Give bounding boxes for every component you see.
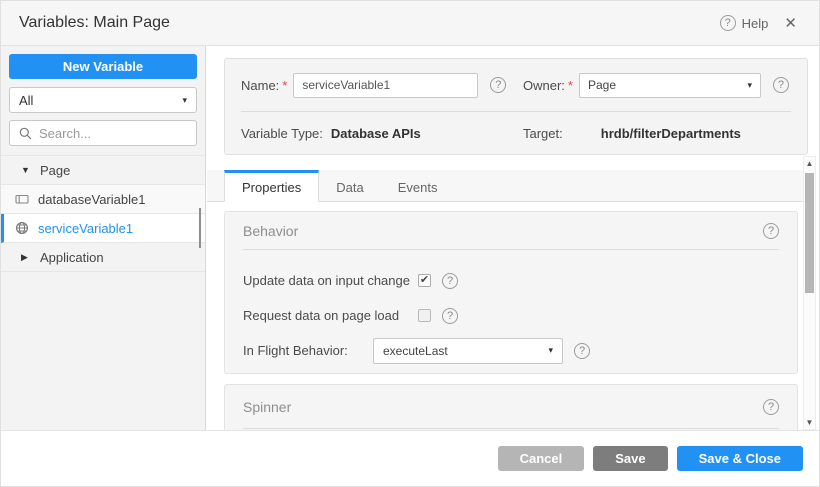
- in-flight-label: In Flight Behavior:: [243, 343, 373, 358]
- tree-item-label: databaseVariable1: [38, 192, 145, 207]
- owner-field-group: Owner: * Page ▾ ?: [523, 73, 789, 98]
- tab-properties[interactable]: Properties: [224, 170, 319, 202]
- update-data-help-icon[interactable]: ?: [442, 273, 458, 289]
- update-data-checkbox[interactable]: ✔: [418, 274, 431, 287]
- request-data-row: Request data on page load ✔ ?: [243, 298, 779, 333]
- sidebar-scrollbar-thumb[interactable]: [199, 208, 201, 248]
- filter-selected-value: All: [19, 93, 33, 108]
- name-label: Name:: [241, 78, 279, 93]
- owner-selected-value: Page: [588, 78, 616, 92]
- save-and-close-button[interactable]: Save & Close: [677, 446, 803, 471]
- in-flight-select[interactable]: executeLast ▾: [373, 338, 563, 364]
- variable-summary-form: Name: * ? Owner: * Page ▾ ? Varia: [224, 58, 808, 155]
- save-button[interactable]: Save: [593, 446, 667, 471]
- tree-item-label: serviceVariable1: [38, 221, 133, 236]
- spinner-section: Spinner ?: [224, 384, 798, 430]
- chevron-down-icon: ▾: [747, 80, 752, 91]
- tab-events[interactable]: Events: [381, 170, 455, 201]
- tab-label: Data: [336, 180, 363, 195]
- tab-label: Events: [398, 180, 438, 195]
- name-owner-row: Name: * ? Owner: * Page ▾ ?: [241, 59, 791, 112]
- target-label: Target:: [523, 126, 563, 141]
- spinner-help-icon[interactable]: ?: [763, 399, 779, 415]
- target-group: Target: hrdb/filterDepartments: [523, 126, 741, 141]
- web-service-icon: [15, 221, 29, 235]
- cancel-button[interactable]: Cancel: [498, 446, 585, 471]
- required-marker: *: [568, 78, 573, 93]
- section-title: Spinner: [243, 399, 291, 415]
- variable-type-label: Variable Type:: [241, 126, 323, 141]
- variable-type-group: Variable Type: Database APIs: [241, 126, 523, 141]
- variables-tree: ▼ Page databaseVariable1: [1, 155, 205, 272]
- page-title: Variables: Main Page: [19, 14, 170, 32]
- type-target-row: Variable Type: Database APIs Target: hrd…: [241, 112, 791, 155]
- in-flight-row: In Flight Behavior: executeLast ▾ ?: [243, 333, 779, 368]
- variables-dialog: Variables: Main Page ? Help ✕ New Variab…: [0, 0, 820, 487]
- dialog-header: Variables: Main Page ? Help ✕: [1, 1, 819, 46]
- dialog-footer: Cancel Save Save & Close: [1, 430, 819, 486]
- close-icon[interactable]: ✕: [780, 12, 801, 34]
- scroll-up-icon[interactable]: ▲: [804, 159, 815, 168]
- tree-item-service-variable[interactable]: serviceVariable1: [1, 214, 205, 243]
- behavior-help-icon[interactable]: ?: [763, 223, 779, 239]
- variable-filter-select[interactable]: All ▾: [9, 87, 197, 113]
- help-label: Help: [742, 16, 769, 31]
- request-data-help-icon[interactable]: ?: [442, 308, 458, 324]
- behavior-section: Behavior ? Update data on input change ✔…: [224, 211, 798, 374]
- new-variable-button[interactable]: New Variable: [9, 54, 197, 79]
- tree-item-label: Application: [40, 250, 104, 265]
- chevron-down-icon: ▾: [182, 95, 187, 106]
- scrollbar-thumb[interactable]: [805, 173, 814, 293]
- variable-type-value: Database APIs: [331, 126, 421, 141]
- tree-item-database-variable[interactable]: databaseVariable1: [1, 185, 205, 214]
- scroll-down-icon[interactable]: ▼: [804, 418, 815, 427]
- spinner-section-header: Spinner ?: [243, 385, 779, 429]
- tree-item-label: Page: [40, 163, 70, 178]
- in-flight-selected-value: executeLast: [383, 344, 448, 358]
- properties-scrollbar[interactable]: ▲ ▼: [803, 156, 816, 430]
- tree-item-page[interactable]: ▼ Page: [1, 156, 205, 185]
- request-data-checkbox[interactable]: ✔: [418, 309, 431, 322]
- update-data-row: Update data on input change ✔ ?: [243, 263, 779, 298]
- name-help-icon[interactable]: ?: [490, 77, 506, 93]
- name-input[interactable]: [293, 73, 478, 98]
- in-flight-help-icon[interactable]: ?: [574, 343, 590, 359]
- name-field-group: Name: * ?: [241, 73, 523, 98]
- header-actions: ? Help ✕: [720, 12, 801, 34]
- search-input[interactable]: Search...: [9, 120, 197, 146]
- tab-label: Properties: [242, 180, 301, 195]
- help-button[interactable]: ? Help: [720, 15, 769, 31]
- target-value: hrdb/filterDepartments: [601, 126, 741, 141]
- search-placeholder: Search...: [39, 126, 91, 141]
- request-data-label: Request data on page load: [243, 308, 418, 323]
- chevron-expanded-icon: ▼: [21, 165, 31, 175]
- section-title: Behavior: [243, 223, 298, 239]
- update-data-label: Update data on input change: [243, 273, 418, 288]
- owner-select[interactable]: Page ▾: [579, 73, 761, 98]
- search-icon: [19, 127, 32, 140]
- variable-detail-panel: Name: * ? Owner: * Page ▾ ? Varia: [207, 46, 819, 430]
- owner-help-icon[interactable]: ?: [773, 77, 789, 93]
- check-icon: ✔: [420, 275, 429, 286]
- chevron-down-icon: ▾: [548, 345, 553, 356]
- required-marker: *: [282, 78, 287, 93]
- chevron-collapsed-icon: ▶: [21, 252, 31, 263]
- variables-sidebar: New Variable All ▾ Search... ▼ Page: [1, 46, 206, 430]
- tree-item-application[interactable]: ▶ Application: [1, 243, 205, 272]
- behavior-section-header: Behavior ?: [243, 212, 779, 250]
- detail-tabs: Properties Data Events: [207, 170, 804, 202]
- tab-data[interactable]: Data: [319, 170, 380, 201]
- help-icon: ?: [720, 15, 736, 31]
- owner-label: Owner:: [523, 78, 565, 93]
- database-variable-icon: [15, 193, 29, 205]
